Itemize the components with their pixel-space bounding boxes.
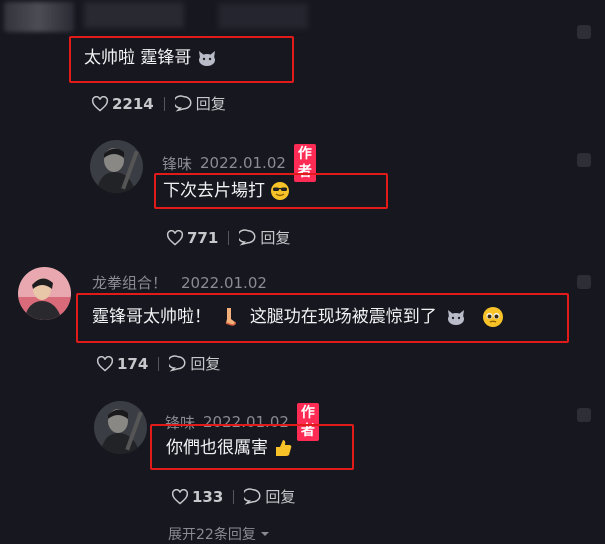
comment-actions: 174 回复 [96,353,220,374]
divider [163,96,165,111]
like-count: 133 [192,487,224,506]
like-count: 771 [187,228,219,247]
cat-face-emoji [448,310,465,325]
comment-date: 2022.01.02 [200,154,286,172]
heart-icon [91,95,109,112]
divider [158,356,160,371]
reply-bubble-icon [244,488,261,505]
reply-button[interactable]: 回复 [169,353,220,374]
blurred-avatar [4,2,74,32]
comment-header: 龙拳组合！ 2022.01.02 [92,272,267,293]
leg-emoji [226,308,237,326]
comment-date: 2022.01.02 [181,273,267,292]
cat-face-emoji [198,51,215,66]
heart-icon [166,229,184,246]
divider [228,230,230,245]
sunglasses-emoji [271,182,290,200]
reply-button[interactable]: 回复 [239,227,290,248]
comment-text-content: 你們也很厲害 [166,438,268,458]
divider [233,489,235,504]
like-count: 2214 [112,94,154,113]
like-button[interactable]: 771 [166,229,218,247]
like-count: 174 [117,354,149,373]
side-like-marker[interactable] [577,153,591,167]
heart-icon [171,488,189,505]
reply-label: 回复 [190,355,221,373]
comment-text-part: 霆锋哥太帅啦！ [92,307,211,327]
comment-actions: 771 回复 [166,227,290,248]
comment-text-part: 这腿功在现场被震惊到了 [249,307,437,327]
thumbs-up-emoji [276,440,292,456]
avatar[interactable] [94,401,147,454]
blurred-username [84,2,184,28]
username[interactable]: 龙拳组合！ [92,272,167,293]
comment-text-content: 下次去片場打 [163,181,265,201]
username[interactable]: 锋味 [162,153,192,174]
like-button[interactable]: 133 [171,488,223,506]
reply-bubble-icon [239,229,256,246]
pleading-face-emoji [482,307,503,327]
comment-text: 霆锋哥太帅啦！ 这腿功在现场被震惊到了 [92,306,504,328]
comment-actions: 133 回复 [171,486,295,507]
reply-label: 回复 [195,95,226,113]
chevron-down-icon [260,532,269,536]
reply-label: 回复 [260,229,291,247]
reply-button[interactable]: 回复 [244,486,295,507]
like-button[interactable]: 2214 [91,95,154,113]
avatar[interactable] [90,140,143,193]
expand-replies-label: 展开22条回复 [168,527,256,543]
side-like-marker[interactable] [577,275,591,289]
comment-text: 你們也很厲害 [166,437,293,459]
like-button[interactable]: 174 [96,355,148,373]
blurred-meta [218,3,308,29]
side-like-marker[interactable] [577,25,591,39]
avatar[interactable] [18,267,71,320]
comment-text: 下次去片場打 [163,180,290,202]
heart-icon [96,355,114,372]
comment-actions: 2214 回复 [91,93,226,114]
reply-label: 回复 [265,488,296,506]
reply-bubble-icon [169,355,186,372]
reply-button[interactable]: 回复 [174,93,226,114]
side-like-marker[interactable] [577,408,591,422]
comment-text: 太帅啦 霆锋哥 [84,47,217,69]
reply-bubble-icon [174,95,192,112]
comment-text-content: 太帅啦 霆锋哥 [84,48,192,68]
expand-replies-button[interactable]: 展开22条回复 [168,524,270,544]
